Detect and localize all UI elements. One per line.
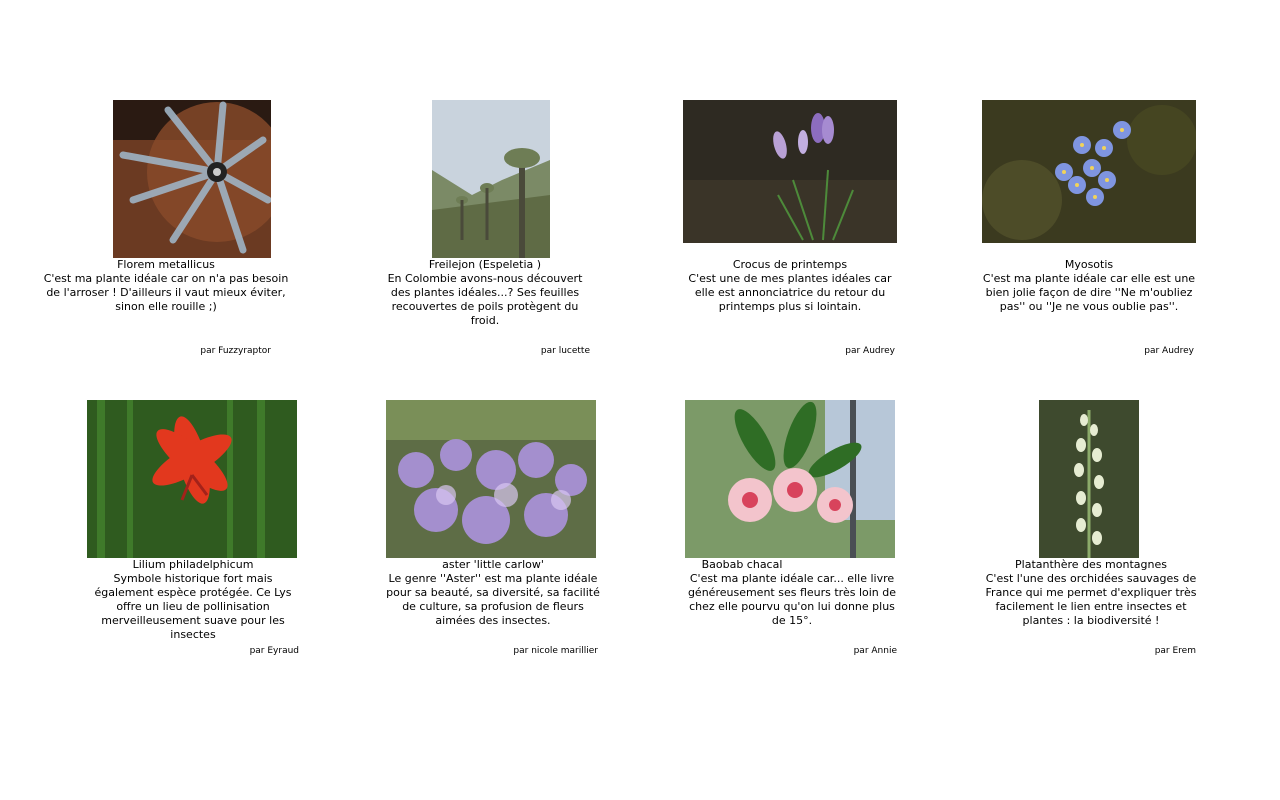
card-title: Platanthère des montagnes <box>1015 558 1167 571</box>
card-author: par Eyraud <box>249 646 299 656</box>
crocus-photo[interactable] <box>683 100 897 243</box>
card-title: Baobab chacal <box>701 558 783 571</box>
card-author: par lucette <box>540 346 590 356</box>
card-author: par Fuzzyraptor <box>200 346 271 356</box>
card-author: par nicole marillier <box>513 646 598 656</box>
card-description: C'est ma plante idéale car on n'a pas be… <box>43 272 289 313</box>
card-title: Myosotis <box>1064 258 1114 271</box>
card-title: Lilium philadelphicum <box>132 558 254 571</box>
card-description: C'est une de mes plantes idéales car ell… <box>688 272 892 313</box>
card-description: C'est ma plante idéale car elle est une … <box>982 272 1196 313</box>
card-title: Crocus de printemps <box>732 258 848 271</box>
card-description: C'est l'une des orchidées sauvages de Fr… <box>985 572 1197 627</box>
card-author: par Annie <box>853 646 897 656</box>
card-author: par Audrey <box>1144 346 1194 356</box>
card-description: Symbole historique fort mais également e… <box>94 572 292 641</box>
card-description: C'est ma plante idéale car... elle livre… <box>687 572 897 627</box>
card-title: Florem metallicus <box>117 258 215 271</box>
card-author: par Audrey <box>845 346 895 356</box>
forget-me-not-photo[interactable] <box>982 100 1196 243</box>
red-lily-photo[interactable] <box>87 400 297 558</box>
card-author: par Erem <box>1154 646 1196 656</box>
metal-flower-sculpture-photo[interactable] <box>113 100 271 258</box>
card-description: Le genre ''Aster'' est ma plante idéale … <box>386 572 600 627</box>
card-description: En Colombie avons-nous découvert des pla… <box>387 272 583 327</box>
aster-photo[interactable] <box>386 400 596 558</box>
card-title: Freilejon (Espeletia ) <box>428 258 542 271</box>
orchid-photo[interactable] <box>1039 400 1139 558</box>
desert-rose-photo[interactable] <box>685 400 895 558</box>
espeletia-landscape-photo[interactable] <box>432 100 550 258</box>
